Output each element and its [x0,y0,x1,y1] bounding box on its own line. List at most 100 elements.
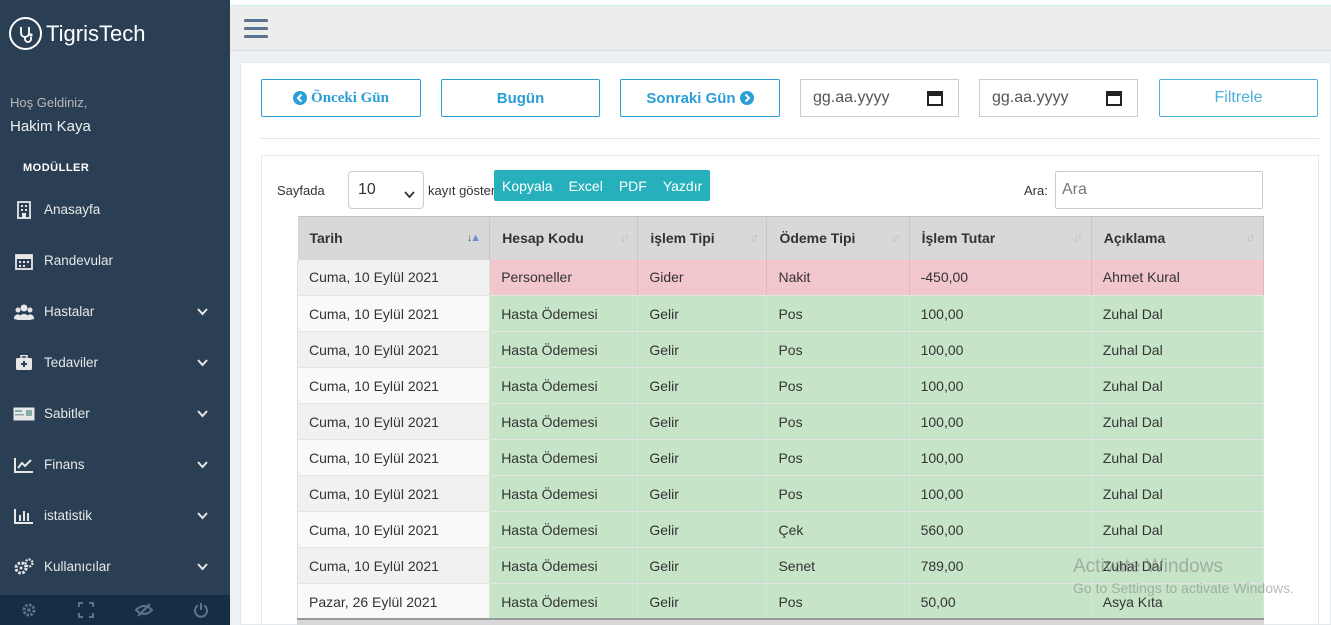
account-cell: Hasta Ödemesi [489,331,639,368]
account-cell: Hasta Ödemesi [489,583,639,620]
table-row[interactable]: Cuma, 10 Eylül 2021 Hasta Ödemesi Gelir Pos… [296,331,1265,368]
table-row[interactable]: Cuma, 10 Eylül 2021 Hasta Ödemesi Gelir Pos… [296,439,1265,476]
start-date-input[interactable]: gg.aa.yyyy [800,79,959,117]
account-cell: Hasta Ödemesi [489,295,639,332]
account-cell: Hasta Ödemesi [489,475,639,512]
user-name: Hakim Kaya [10,118,91,135]
menu-toggle-icon[interactable] [244,19,268,39]
search-input[interactable]: Ara [1055,171,1263,209]
account-cell: Personeller [489,259,639,296]
column-header-payment[interactable]: Ödeme Tipi ↓↑ [766,216,910,260]
sidebar-item-tedaviler[interactable]: Tedaviler [0,337,230,388]
payment-cell: Senet [766,547,910,584]
divider [261,138,1319,139]
building-icon [13,200,35,219]
description-cell: Zuhal Dal [1091,331,1265,368]
power-icon[interactable] [173,595,231,625]
column-header-amount[interactable]: İşlem Tutar ↓↑ [909,216,1092,260]
column-header-type[interactable]: işlem Tipi ↓↑ [637,216,768,260]
amount-cell: 50,00 [909,583,1092,620]
type-cell: Gelir [637,295,768,332]
description-cell: Zuhal Dal [1091,547,1265,584]
arrow-circle-right-icon [739,91,754,105]
payment-cell: Pos [766,475,910,512]
print-button[interactable]: Yazdır [655,178,710,194]
chevron-down-icon [197,457,208,472]
date-cell: Cuma, 10 Eylül 2021 [296,295,491,332]
end-date-input[interactable]: gg.aa.yyyy [979,79,1138,117]
column-header-description[interactable]: Açıklama ↓↑ [1091,216,1265,260]
export-buttons: Kopyala Excel PDF Yazdır [494,170,711,201]
top-navbar [230,6,1331,51]
copy-button[interactable]: Kopyala [494,178,561,194]
description-cell: Zuhal Dal [1091,367,1265,404]
date-cell: Cuma, 10 Eylül 2021 [296,475,491,512]
table-row[interactable]: Cuma, 10 Eylül 2021 Hasta Ödemesi Gelir Çek… [296,511,1265,548]
table-row[interactable]: Pazar, 26 Eylül 2021 Hasta Ödemesi Gelir Po… [296,583,1265,620]
table-row[interactable]: Cuma, 10 Eylül 2021 Hasta Ödemesi Gelir Pos… [296,367,1265,404]
type-cell: Gider [637,259,768,296]
table-row[interactable]: Cuma, 10 Eylül 2021 Hasta Ödemesi Gelir Pos… [296,295,1265,332]
sidebar-footer [0,595,230,625]
sort-icon: ↓↑ [1073,232,1083,244]
account-cell: Hasta Ödemesi [489,367,639,404]
arrow-circle-left-icon [293,91,308,105]
stethoscope-icon [9,17,42,50]
brand[interactable]: TigrisTech [9,17,145,50]
column-header-account[interactable]: Hesap Kodu ↓↑ [489,216,639,260]
next-day-button[interactable]: Sonraki Gün [620,79,780,117]
payment-cell: Pos [766,583,910,620]
chevron-down-icon [197,559,208,574]
id-card-icon [13,405,35,423]
date-cell: Pazar, 26 Eylül 2021 [296,583,491,620]
pdf-button[interactable]: PDF [611,178,655,194]
date-cell: Cuma, 10 Eylül 2021 [296,439,491,476]
table-row[interactable]: Cuma, 10 Eylül 2021 Personeller Gider Nakit… [296,259,1265,296]
sidebar-item-istatistik[interactable]: istatistik [0,490,230,541]
amount-cell: 100,00 [909,367,1092,404]
date-cell: Cuma, 10 Eylül 2021 [296,403,491,440]
table-row[interactable]: Cuma, 10 Eylül 2021 Hasta Ödemesi Gelir Pos… [296,403,1265,440]
column-header-date[interactable]: Tarih ↓▲ [297,216,491,260]
users-icon [13,303,35,321]
sidebar-item-finans[interactable]: Finans [0,439,230,490]
filter-button[interactable]: Filtrele [1159,79,1318,117]
settings-icon[interactable] [0,595,58,625]
sidebar-item-label: Hastalar [44,304,95,319]
date-cell: Cuma, 10 Eylül 2021 [296,511,491,548]
payment-cell: Çek [766,511,910,548]
calendar-icon[interactable] [1106,90,1122,111]
transactions-table: Tarih ↓▲ Hesap Kodu ↓↑ işlem Tipi ↓↑ Ödeme … [296,216,1265,620]
section-title: MODÜLLER [23,162,90,174]
amount-cell: 100,00 [909,295,1092,332]
sidebar-item-randevular[interactable]: Randevular [0,235,230,286]
sidebar-item-label: istatistik [44,508,93,523]
calendar-icon[interactable] [927,90,943,111]
today-button[interactable]: Bugün [441,79,600,117]
cogs-icon [13,557,35,576]
excel-button[interactable]: Excel [561,178,611,194]
sidebar-item-sabitler[interactable]: Sabitler [0,388,230,439]
amount-cell: 560,00 [909,511,1092,548]
medkit-icon [13,354,35,372]
account-cell: Hasta Ödemesi [489,547,639,584]
type-cell: Gelir [637,547,768,584]
page-length-select[interactable]: 10 [348,171,424,209]
description-cell: Zuhal Dal [1091,511,1265,548]
payment-cell: Pos [766,331,910,368]
sidebar-item-kullanicilar[interactable]: Kullanıcılar [0,541,230,592]
amount-cell: 789,00 [909,547,1092,584]
sidebar-item-hastalar[interactable]: Hastalar [0,286,230,337]
table-row[interactable]: Cuma, 10 Eylül 2021 Hasta Ödemesi Gelir Sen… [296,547,1265,584]
sort-icon: ↓↑ [749,232,758,244]
description-cell: Zuhal Dal [1091,295,1265,332]
prev-day-button[interactable]: Önceki Gün [261,79,421,117]
table-row[interactable]: Cuma, 10 Eylül 2021 Hasta Ödemesi Gelir Pos… [296,475,1265,512]
description-cell: Zuhal Dal [1091,439,1265,476]
sidebar-item-label: Sabitler [44,406,90,421]
fullscreen-icon[interactable] [58,595,116,625]
payment-cell: Pos [766,367,910,404]
eye-slash-icon[interactable] [115,595,173,625]
sidebar-item-anasayfa[interactable]: Anasayfa [0,184,230,235]
payment-cell: Pos [766,403,910,440]
